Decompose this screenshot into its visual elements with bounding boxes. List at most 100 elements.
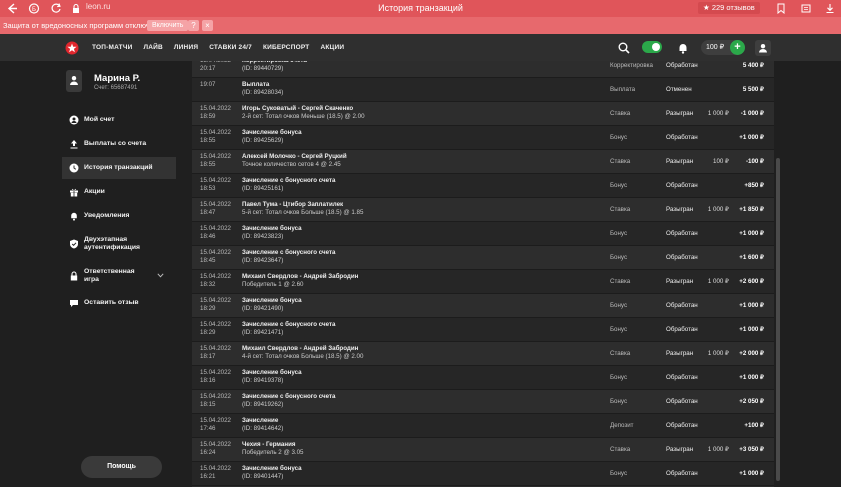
transaction-category: Ставка [610, 446, 631, 453]
sidebar-item-withdrawals[interactable]: Выплаты со счета [62, 133, 176, 155]
scrollbar[interactable] [776, 158, 780, 481]
browser-top-bar: Б leon.ru История транзакций ★ 229 отзыв… [0, 0, 841, 17]
transaction-description: Зачисление с бонусного счета (ID: 8941926… [242, 393, 335, 409]
transaction-time: 18:47 [200, 209, 216, 216]
transaction-date: 15.04.2022 [200, 417, 231, 424]
transaction-category: Корректировка [610, 62, 653, 69]
avatar [66, 70, 82, 92]
table-row[interactable]: 15.04.2022 18:53 Зачисление с бонусного сч… [192, 174, 774, 198]
transaction-status: Обработан [666, 182, 698, 189]
leon-logo-icon[interactable] [65, 41, 79, 55]
sidebar-item-notifications[interactable]: Уведомления [62, 205, 176, 227]
transaction-title: Михаил Свердлов - Андрей Забродин [242, 273, 359, 280]
transaction-title: Зачисление бонуса [242, 297, 302, 304]
table-row[interactable]: 15.04.2022 18:15 Зачисление с бонусного сч… [192, 390, 774, 414]
table-row[interactable]: 15.04.2022 18:29 Зачисление бонуса (ID: 894… [192, 294, 774, 318]
close-icon[interactable]: × [202, 20, 213, 31]
transaction-description: Павел Тума - Цтибор Заплатилек 5-й сет: Т… [242, 201, 363, 217]
transaction-datetime: 15.04.2022 18:55 [200, 153, 231, 169]
site-header: ТОП-МАТЧИ ЛАЙВ ЛИНИЯ СТАВКИ 24/7 КИБЕРСП… [0, 34, 841, 61]
table-row[interactable]: 15.04.2022 18:29 Зачисление с бонусного сч… [192, 318, 774, 342]
transaction-status: Разыгран [666, 446, 694, 453]
table-row[interactable]: 15.04.2022 16:24 Чехия - Германия Победител… [192, 438, 774, 462]
transaction-result: +3 050 ₽ [739, 446, 764, 453]
transaction-detail: 2-й сет: Тотал очков Меньше (18.5) @ 2.0… [242, 113, 365, 120]
transaction-time: 19:07 [200, 81, 216, 88]
transaction-result: +1 000 ₽ [739, 374, 764, 381]
sidebar-item-feedback[interactable]: Оставить отзыв [62, 292, 176, 314]
help-button[interactable]: Помощь [81, 456, 162, 478]
transaction-category: Ставка [610, 278, 631, 285]
download-icon[interactable] [825, 3, 835, 14]
menu-item-live[interactable]: ЛАЙВ [144, 44, 163, 51]
profile-account: Счет: 65687491 [94, 85, 138, 91]
sidebar-item-responsible-gaming[interactable]: Ответственная игра [62, 265, 176, 287]
sidebar-item-my-account[interactable]: Мой счет [62, 109, 176, 131]
transaction-title: Чехия - Германия [242, 441, 296, 448]
transaction-title: Алексей Молочко - Сергей Руцкий [242, 153, 347, 160]
table-row[interactable]: 15.04.2022 16:21 Зачисление бонуса (ID: 894… [192, 462, 774, 486]
reviews-count: 229 отзывов [711, 3, 755, 12]
transaction-datetime: 15.04.2022 18:29 [200, 321, 231, 337]
transaction-time: 18:16 [200, 377, 216, 384]
menu-item-top-matches[interactable]: ТОП-МАТЧИ [92, 44, 133, 51]
table-row[interactable]: 15.04.2022 17:46 Зачисление (ID: 89414642) Д… [192, 414, 774, 438]
menu-item-esports[interactable]: КИБЕРСПОРТ [263, 44, 309, 51]
table-row[interactable]: 15.04.2022 18:32 Михаил Свердлов - Андрей … [192, 270, 774, 294]
table-row[interactable]: 15.04.2022 18:55 Алексей Молочко - Сергей … [192, 150, 774, 174]
bookmark-icon[interactable] [776, 3, 786, 14]
reviews-badge[interactable]: ★ 229 отзывов [698, 2, 760, 14]
table-row[interactable]: 15.04.2022 18:59 Игорь Суковатый - Сергей … [192, 102, 774, 126]
transaction-bet-amount: 100 ₽ [713, 158, 729, 165]
user-menu-button[interactable] [755, 40, 771, 56]
transaction-description: Зачисление с бонусного счета (ID: 8942364… [242, 249, 335, 265]
transaction-status: Обработан [666, 230, 698, 237]
transaction-description: Корректировка счета(ID: 89440729) [242, 61, 307, 73]
table-row[interactable]: 15.04.2022 18:55 Зачисление бонуса (ID: 894… [192, 126, 774, 150]
transaction-detail: (ID: 89421490) [242, 305, 284, 312]
menu-item-bets-247[interactable]: СТАВКИ 24/7 [209, 44, 252, 51]
table-row[interactable]: 15.04.2022 18:17 Михаил Свердлов - Андрей … [192, 342, 774, 366]
sidebar-item-promotions[interactable]: Акции [62, 181, 176, 203]
table-row[interactable]: 15.04.2022 18:45 Зачисление с бонусного сч… [192, 246, 774, 270]
help-icon[interactable]: ? [188, 20, 199, 31]
security-warning-bar: Защита от вредоносных программ отключена… [0, 17, 841, 34]
table-row[interactable]: 15.04.2022 18:46 Зачисление бонуса (ID: 894… [192, 222, 774, 246]
transaction-title: Зачисление бонуса [242, 465, 302, 472]
enable-protection-button[interactable]: Включить [147, 20, 189, 31]
transaction-datetime: 15.04.2022 18:17 [200, 345, 231, 361]
reader-icon[interactable] [801, 3, 811, 14]
shield-check-icon [70, 239, 78, 249]
user-circle-icon [69, 115, 79, 125]
transaction-time: 17:46 [200, 425, 216, 432]
table-row[interactable]: 19:07 Выплата (ID: 89428034) Выплата Отменен… [192, 78, 774, 102]
mode-toggle[interactable] [642, 41, 662, 53]
sidebar-item-transaction-history[interactable]: История транзакций [62, 157, 176, 179]
transaction-status: Обработан [666, 470, 698, 477]
transaction-category: Бонус [610, 182, 628, 189]
transaction-result: +1 000 ₽ [739, 470, 764, 477]
bell-icon[interactable] [676, 41, 690, 55]
menu-item-promotions[interactable]: АКЦИИ [320, 44, 344, 51]
sidebar-item-two-factor[interactable]: Двухэтапная аутентификация [62, 233, 176, 255]
menu-item-line[interactable]: ЛИНИЯ [174, 44, 198, 51]
transaction-datetime: 15.04.2022 18:29 [200, 297, 231, 313]
transaction-detail: (ID: 89414642) [242, 425, 284, 432]
transaction-datetime: 19:07 [200, 81, 215, 89]
transaction-description: Зачисление бонуса (ID: 89421490) [242, 297, 302, 313]
table-row[interactable]: 15.04.2022 18:16 Зачисление бонуса (ID: 894… [192, 366, 774, 390]
transaction-description: Зачисление бонуса (ID: 89423823) [242, 225, 302, 241]
deposit-plus-button[interactable]: + [730, 40, 745, 55]
transaction-datetime: 15.04.2022 18:46 [200, 225, 231, 241]
transaction-time: 18:17 [200, 353, 216, 360]
transaction-datetime: 15.04.2022 17:46 [200, 417, 231, 433]
table-row[interactable]: 15.04.202220:17 Корректировка счета(ID: 8… [192, 61, 774, 78]
transaction-description: Выплата (ID: 89428034) [242, 81, 283, 97]
transaction-category: Ставка [610, 158, 631, 165]
transaction-time: 18:55 [200, 137, 216, 144]
transaction-category: Ставка [610, 110, 631, 117]
table-row[interactable]: 15.04.2022 18:47 Павел Тума - Цтибор Запла… [192, 198, 774, 222]
search-icon[interactable] [617, 41, 631, 55]
transaction-description: Михаил Свердлов - Андрей Забродин Победит… [242, 273, 358, 289]
sidebar-item-label: Ответственная игра [84, 268, 135, 283]
